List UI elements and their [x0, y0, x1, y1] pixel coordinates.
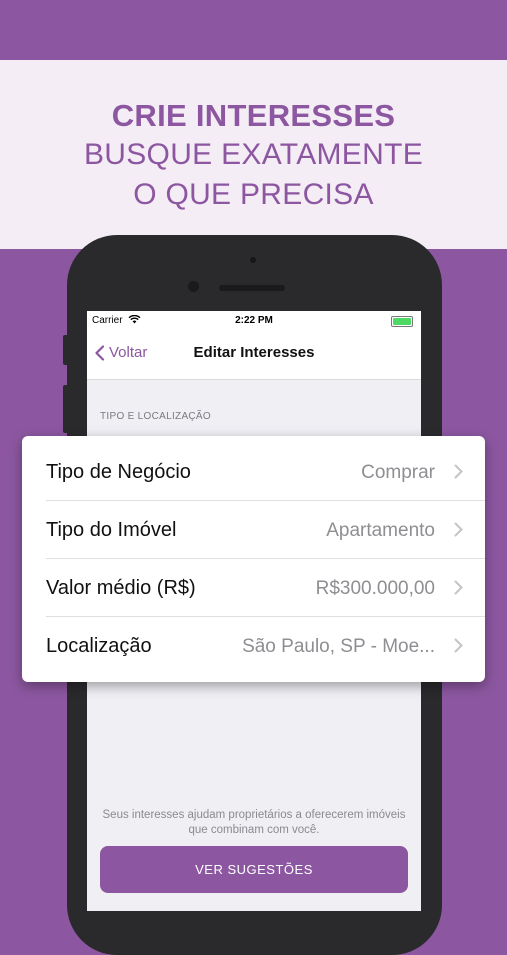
page-title: Editar Interesses: [193, 344, 315, 361]
battery-icon: [391, 316, 413, 327]
promo-banner: CRIE INTERESSES BUSQUE EXATAMENTE O QUE …: [0, 60, 507, 249]
chevron-right-icon: [454, 464, 463, 479]
status-bar: Carrier 2:22 PM: [87, 311, 421, 331]
phone-side-button: [63, 385, 68, 433]
phone-side-button: [63, 335, 68, 365]
row-value: Comprar: [361, 462, 435, 483]
chevron-right-icon: [454, 580, 463, 595]
banner-subline-2: O QUE PRECISA: [133, 178, 374, 211]
view-suggestions-button[interactable]: VER SUGESTÕES: [100, 846, 408, 893]
row-value: São Paulo, SP - Moe...: [242, 636, 435, 657]
phone-speaker: [219, 285, 285, 291]
navigation-bar: Voltar Editar Interesses: [87, 331, 421, 380]
row-tipo-de-negocio[interactable]: Tipo de Negócio Comprar: [22, 443, 485, 501]
banner-subline-1: BUSQUE EXATAMENTE: [83, 138, 424, 171]
row-label: Tipo do Imóvel: [46, 519, 177, 541]
row-localizacao[interactable]: Localização São Paulo, SP - Moe...: [22, 617, 485, 675]
status-time: 2:22 PM: [235, 315, 273, 326]
phone-camera: [188, 281, 199, 292]
footer-note: Seus interesses ajudam proprietários a o…: [102, 809, 406, 836]
row-tipo-do-imovel[interactable]: Tipo do Imóvel Apartamento: [22, 501, 485, 559]
row-label: Localização: [46, 635, 152, 657]
row-valor-medio[interactable]: Valor médio (R$) R$300.000,00: [22, 559, 485, 617]
interests-card: Tipo de Negócio Comprar Tipo do Imóvel A…: [22, 436, 485, 682]
banner-headline: CRIE INTERESSES: [111, 98, 396, 133]
row-value: R$300.000,00: [315, 578, 435, 599]
row-value: Apartamento: [326, 520, 435, 541]
chevron-right-icon: [454, 522, 463, 537]
row-label: Tipo de Negócio: [46, 461, 191, 483]
phone-sensor: [250, 257, 256, 263]
chevron-right-icon: [454, 638, 463, 653]
section-header: TIPO E LOCALIZAÇÃO: [100, 411, 211, 422]
row-label: Valor médio (R$): [46, 577, 196, 599]
